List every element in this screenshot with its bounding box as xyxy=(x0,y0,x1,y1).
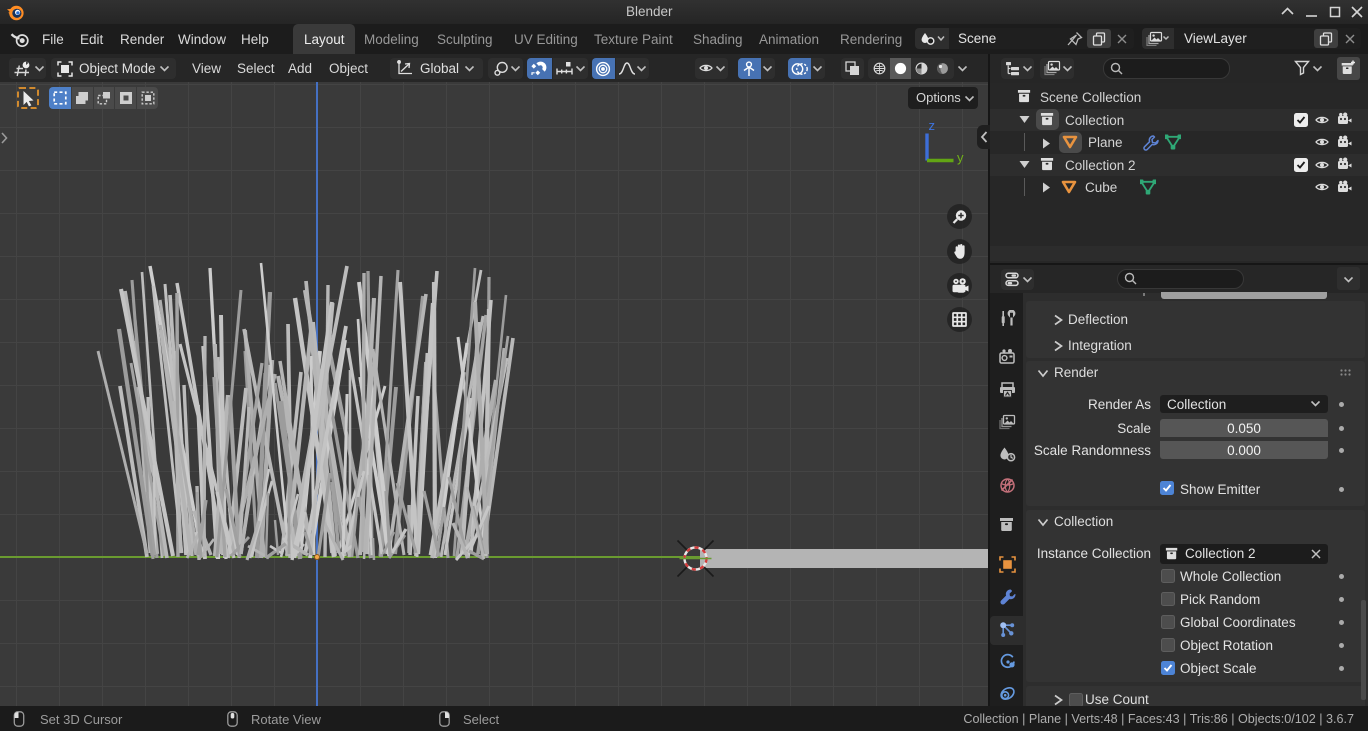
svg-text:y: y xyxy=(957,150,964,165)
svg-text:z: z xyxy=(929,120,936,133)
